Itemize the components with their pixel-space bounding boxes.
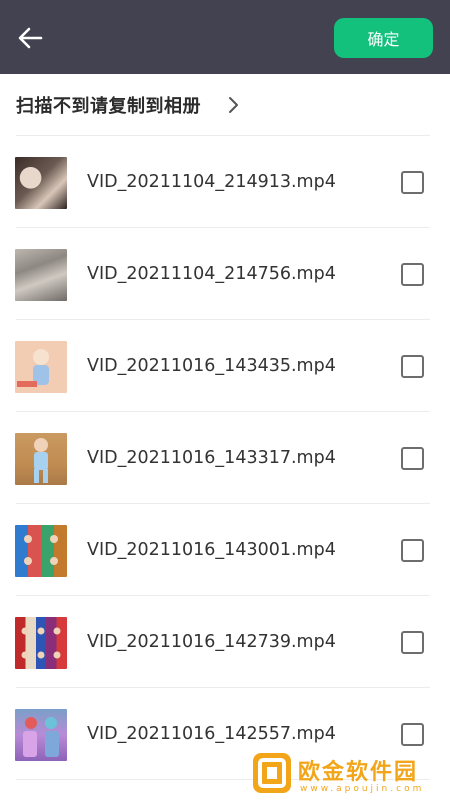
select-checkbox[interactable] xyxy=(401,355,424,378)
back-button[interactable] xyxy=(10,20,50,56)
select-checkbox[interactable] xyxy=(401,171,424,194)
list-item[interactable]: VID_20211016_142739.mp4 xyxy=(0,596,450,688)
video-thumbnail xyxy=(15,525,67,577)
list-item[interactable]: VID_20211016_143317.mp4 xyxy=(0,412,450,504)
video-thumbnail xyxy=(15,157,67,209)
site-watermark: 欧金软件园 www.apoujin.com xyxy=(244,750,450,800)
video-thumbnail xyxy=(15,341,67,393)
video-thumbnail xyxy=(15,617,67,669)
list-item[interactable]: VID_20211104_214913.mp4 xyxy=(0,136,450,228)
video-thumbnail xyxy=(15,433,67,485)
file-name: VID_20211016_143435.mp4 xyxy=(87,356,336,376)
file-name: VID_20211016_143001.mp4 xyxy=(87,540,336,560)
select-checkbox[interactable] xyxy=(401,447,424,470)
confirm-button[interactable]: 确定 xyxy=(334,18,433,58)
watermark-logo-icon xyxy=(253,753,291,793)
list-item[interactable]: VID_20211016_143001.mp4 xyxy=(0,504,450,596)
top-bar: 确定 xyxy=(0,0,450,74)
copy-to-album-hint[interactable]: 扫描不到请复制到相册 xyxy=(0,74,450,136)
file-name: VID_20211016_142739.mp4 xyxy=(87,632,336,652)
video-file-list: VID_20211104_214913.mp4 VID_20211104_214… xyxy=(0,136,450,780)
file-name: VID_20211104_214756.mp4 xyxy=(87,264,336,284)
select-checkbox[interactable] xyxy=(401,723,424,746)
arrow-left-icon xyxy=(18,27,43,49)
watermark-url: www.apoujin.com xyxy=(300,784,425,794)
select-checkbox[interactable] xyxy=(401,631,424,654)
video-thumbnail xyxy=(15,249,67,301)
list-item[interactable]: VID_20211016_143435.mp4 xyxy=(0,320,450,412)
hint-text: 扫描不到请复制到相册 xyxy=(16,96,201,117)
file-name: VID_20211016_143317.mp4 xyxy=(87,448,336,468)
select-checkbox[interactable] xyxy=(401,539,424,562)
watermark-name: 欧金软件园 xyxy=(298,760,419,785)
select-checkbox[interactable] xyxy=(401,263,424,286)
list-item[interactable]: VID_20211104_214756.mp4 xyxy=(0,228,450,320)
chevron-right-icon xyxy=(227,96,239,114)
video-thumbnail xyxy=(15,709,67,761)
file-name: VID_20211104_214913.mp4 xyxy=(87,172,336,192)
